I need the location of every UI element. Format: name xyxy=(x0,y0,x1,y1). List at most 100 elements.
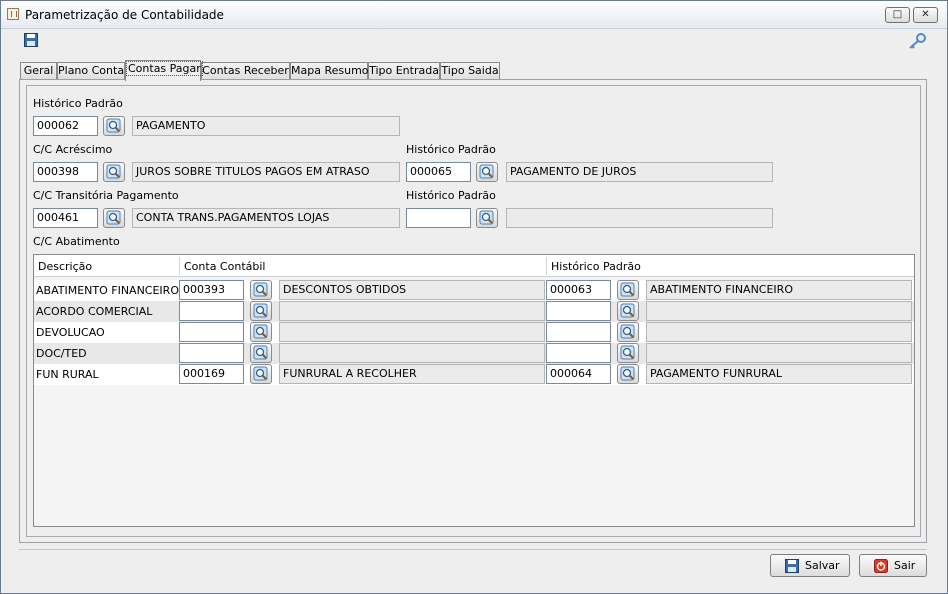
historico-padrao-code-field[interactable]: 000062 xyxy=(33,116,98,136)
row-historico-code-field[interactable] xyxy=(546,301,611,321)
cc-transitoria-historico-label: Histórico Padrão xyxy=(406,189,496,202)
title-bar[interactable]: Parametrização de Contabilidade □ ✕ xyxy=(1,1,947,29)
cc-transitoria-historico-code-field[interactable] xyxy=(406,208,471,228)
magnifier-lookup-icon xyxy=(106,164,121,179)
magnifier-lookup-icon xyxy=(253,366,268,381)
historico-padrao-lookup-button[interactable] xyxy=(103,116,125,136)
row-historico-code-field[interactable]: 000063 xyxy=(546,280,611,300)
row-historico-description: PAGAMENTO FUNRURAL xyxy=(646,364,912,384)
save-button-label: Salvar xyxy=(805,559,840,572)
row-historico-description xyxy=(646,322,912,342)
column-header-historico-padrao[interactable]: Histórico Padrão xyxy=(551,260,641,273)
magnifier-lookup-icon xyxy=(620,303,635,318)
row-historico-code-field[interactable] xyxy=(546,343,611,363)
exit-button-label: Sair xyxy=(894,559,916,572)
row-conta-code-field[interactable]: 000393 xyxy=(179,280,244,300)
row-conta-code-field[interactable] xyxy=(179,343,244,363)
cc-transitoria-lookup-button[interactable] xyxy=(103,208,125,228)
magnifier-lookup-icon xyxy=(620,324,635,339)
row-conta-code-field[interactable]: 000169 xyxy=(179,364,244,384)
row-conta-lookup-button[interactable] xyxy=(250,322,272,342)
magnifier-lookup-icon xyxy=(253,345,268,360)
table-row[interactable]: FUN RURAL 000169 FUNRURAL A RECOLHER 000064… xyxy=(34,364,914,385)
row-descricao: DOC/TED xyxy=(36,347,87,360)
row-conta-lookup-button[interactable] xyxy=(250,280,272,300)
row-conta-code-field[interactable] xyxy=(179,301,244,321)
row-descricao: DEVOLUCAO xyxy=(36,326,105,339)
cc-transitoria-historico-description xyxy=(506,208,773,228)
cc-acrescimo-historico-label: Histórico Padrão xyxy=(406,143,496,156)
historico-padrao-description: PAGAMENTO xyxy=(132,116,400,136)
magnifier-lookup-icon xyxy=(479,210,494,225)
column-header-conta-contabil[interactable]: Conta Contábil xyxy=(184,260,265,273)
row-historico-description xyxy=(646,343,912,363)
row-conta-lookup-button[interactable] xyxy=(250,343,272,363)
row-historico-description: ABATIMENTO FINANCEIRO xyxy=(646,280,912,300)
power-exit-icon xyxy=(874,559,888,573)
row-historico-lookup-button[interactable] xyxy=(617,322,639,342)
row-historico-code-field[interactable]: 000064 xyxy=(546,364,611,384)
table-row[interactable]: ACORDO COMERCIAL xyxy=(34,301,914,322)
row-conta-lookup-button[interactable] xyxy=(250,364,272,384)
close-window-button[interactable]: ✕ xyxy=(913,7,938,23)
row-historico-lookup-button[interactable] xyxy=(617,280,639,300)
cc-transitoria-code-field[interactable]: 000461 xyxy=(33,208,98,228)
magnifier-lookup-icon xyxy=(620,366,635,381)
cc-transitoria-description: CONTA TRANS.PAGAMENTOS LOJAS xyxy=(132,208,400,228)
tab-plano-conta[interactable]: Plano Conta xyxy=(57,62,125,80)
save-button[interactable]: Salvar xyxy=(770,554,850,577)
cc-abatimento-label: C/C Abatimento xyxy=(33,235,120,248)
magnifier-lookup-icon xyxy=(620,345,635,360)
row-descricao: FUN RURAL xyxy=(36,368,99,381)
historico-padrao-label: Histórico Padrão xyxy=(33,97,123,110)
row-conta-description xyxy=(279,301,545,321)
tab-tipo-entrada[interactable]: Tipo Entrada xyxy=(368,62,440,80)
row-historico-description xyxy=(646,301,912,321)
magnifier-lookup-icon xyxy=(253,324,268,339)
row-conta-description: DESCONTOS OBTIDOS xyxy=(279,280,545,300)
row-descricao: ACORDO COMERCIAL xyxy=(36,305,153,318)
restore-window-button[interactable]: □ xyxy=(885,7,910,23)
java-app-icon xyxy=(7,8,19,20)
row-historico-lookup-button[interactable] xyxy=(617,343,639,363)
cc-acrescimo-historico-description: PAGAMENTO DE JUROS xyxy=(506,162,773,182)
magnifier-lookup-icon xyxy=(253,303,268,318)
row-historico-lookup-button[interactable] xyxy=(617,301,639,321)
magnifier-lookup-icon xyxy=(479,164,494,179)
main-window: Parametrização de Contabilidade □ ✕ Gera… xyxy=(0,0,948,594)
tab-geral[interactable]: Geral xyxy=(20,62,57,80)
row-conta-description xyxy=(279,343,545,363)
tab-tipo-saida[interactable]: Tipo Saida xyxy=(440,62,500,80)
row-conta-description xyxy=(279,322,545,342)
tab-contas-pagar[interactable]: Contas Pagar xyxy=(125,60,203,81)
cc-transitoria-label: C/C Transitória Pagamento xyxy=(33,189,179,202)
table-header: Descrição Conta Contábil Histórico Padrã… xyxy=(34,255,914,277)
row-conta-description: FUNRURAL A RECOLHER xyxy=(279,364,545,384)
cc-acrescimo-historico-code-field[interactable]: 000065 xyxy=(406,162,471,182)
column-header-descricao[interactable]: Descrição xyxy=(38,260,92,273)
table-row[interactable]: DEVOLUCAO xyxy=(34,322,914,343)
row-conta-code-field[interactable] xyxy=(179,322,244,342)
row-historico-code-field[interactable] xyxy=(546,322,611,342)
magnifier-lookup-icon xyxy=(106,118,121,133)
cc-transitoria-historico-lookup-button[interactable] xyxy=(476,208,498,228)
abatimento-table: Descrição Conta Contábil Histórico Padrã… xyxy=(33,254,915,527)
row-descricao: ABATIMENTO FINANCEIRO xyxy=(36,284,179,297)
tab-mapa-resumo[interactable]: Mapa Resumo xyxy=(290,62,369,80)
cc-acrescimo-description: JUROS SOBRE TITULOS PAGOS EM ATRASO xyxy=(132,162,400,182)
window-title: Parametrização de Contabilidade xyxy=(25,8,224,22)
cc-acrescimo-label: C/C Acréscimo xyxy=(33,143,113,156)
floppy-disk-icon[interactable] xyxy=(24,33,38,47)
key-icon[interactable] xyxy=(907,33,927,49)
row-conta-lookup-button[interactable] xyxy=(250,301,272,321)
tab-contas-receber[interactable]: Contas Receber xyxy=(201,62,290,80)
cc-acrescimo-historico-lookup-button[interactable] xyxy=(476,162,498,182)
table-row[interactable]: ABATIMENTO FINANCEIRO 000393 DESCONTOS OBT… xyxy=(34,280,914,301)
exit-button[interactable]: Sair xyxy=(859,554,927,577)
cc-acrescimo-code-field[interactable]: 000398 xyxy=(33,162,98,182)
table-row[interactable]: DOC/TED xyxy=(34,343,914,364)
row-historico-lookup-button[interactable] xyxy=(617,364,639,384)
cc-acrescimo-lookup-button[interactable] xyxy=(103,162,125,182)
magnifier-lookup-icon xyxy=(253,282,268,297)
restore-window-icon: □ xyxy=(892,9,903,20)
